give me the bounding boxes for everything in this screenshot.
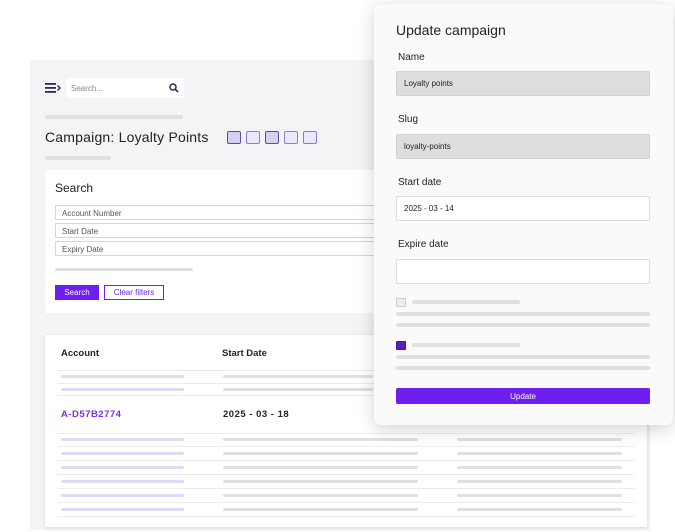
- table-row-placeholder: [223, 388, 373, 391]
- start-date-label: Start date: [398, 177, 442, 188]
- table-row-placeholder: [457, 480, 622, 483]
- table-row-placeholder: [223, 508, 418, 511]
- row-divider: [57, 516, 635, 517]
- table-cell-account-link[interactable]: A-D57B2774: [61, 409, 121, 420]
- option-description-placeholder: [396, 312, 650, 316]
- search-box: [66, 78, 184, 98]
- search-icon[interactable]: [169, 83, 179, 93]
- color-swatches: [227, 131, 317, 144]
- row-divider: [57, 502, 635, 503]
- swatch[interactable]: [284, 131, 298, 144]
- table-row-placeholder: [61, 494, 184, 497]
- table-row-placeholder: [61, 452, 184, 455]
- swatch[interactable]: [303, 131, 317, 144]
- table-row-placeholder: [61, 388, 184, 391]
- slug-label: Slug: [398, 114, 419, 125]
- table-row-placeholder: [61, 466, 184, 469]
- swatch[interactable]: [227, 131, 241, 144]
- option-description-placeholder: [396, 366, 650, 370]
- table-row-placeholder: [61, 438, 184, 441]
- subtitle-placeholder: [45, 156, 111, 160]
- option-description-placeholder: [396, 323, 650, 327]
- table-row-placeholder: [223, 452, 418, 455]
- table-row-placeholder: [223, 480, 418, 483]
- table-row-placeholder: [457, 452, 622, 455]
- filter-account-number[interactable]: Account Number: [55, 205, 385, 220]
- search-input[interactable]: [71, 81, 161, 95]
- search-button[interactable]: Search: [55, 285, 99, 300]
- page-title: Campaign: Loyalty Points: [45, 129, 209, 145]
- swatch[interactable]: [246, 131, 260, 144]
- row-divider: [57, 433, 635, 434]
- column-header-start-date[interactable]: Start Date: [222, 348, 267, 359]
- table-row-placeholder: [457, 494, 622, 497]
- table-row-placeholder: [223, 494, 418, 497]
- clear-filters-button[interactable]: Clear filters: [104, 285, 164, 300]
- table-cell-start-date: 2025 - 03 - 18: [223, 409, 290, 420]
- name-field[interactable]: [396, 71, 650, 96]
- table-row-placeholder: [223, 375, 373, 378]
- start-date-field[interactable]: [396, 196, 650, 221]
- expire-date-field[interactable]: [396, 259, 650, 284]
- table-row-placeholder: [223, 466, 418, 469]
- table-row-placeholder: [61, 508, 184, 511]
- option-checkbox[interactable]: [396, 298, 406, 307]
- filter-expiry-date[interactable]: Expiry Date: [55, 241, 385, 256]
- name-label: Name: [398, 52, 425, 63]
- filter-start-date[interactable]: Start Date: [55, 223, 385, 238]
- row-divider: [57, 474, 635, 475]
- option-checkbox-checked[interactable]: [396, 341, 406, 350]
- table-row-placeholder: [223, 438, 418, 441]
- update-button[interactable]: Update: [396, 388, 650, 404]
- filter-placeholder: [55, 268, 193, 271]
- row-divider: [57, 488, 635, 489]
- table-row-placeholder: [61, 375, 184, 378]
- row-divider: [57, 446, 635, 447]
- option-label-placeholder: [412, 343, 520, 347]
- search-panel: Search Account Number Start Date Expiry …: [45, 170, 385, 313]
- table-row-placeholder: [457, 508, 622, 511]
- option-label-placeholder: [412, 300, 520, 304]
- update-campaign-modal: Update campaign Name Slug Start date Exp…: [374, 4, 673, 425]
- menu-icon[interactable]: [45, 82, 61, 94]
- column-header-account[interactable]: Account: [61, 348, 99, 359]
- breadcrumb-placeholder: [45, 115, 183, 119]
- table-row-placeholder: [61, 480, 184, 483]
- row-divider: [57, 460, 635, 461]
- expire-date-label: Expire date: [398, 239, 449, 250]
- slug-field[interactable]: [396, 134, 650, 159]
- swatch[interactable]: [265, 131, 279, 144]
- table-row-placeholder: [457, 438, 622, 441]
- search-panel-title: Search: [55, 181, 94, 195]
- modal-title: Update campaign: [396, 22, 506, 38]
- table-row-placeholder: [457, 466, 622, 469]
- option-description-placeholder: [396, 355, 650, 359]
